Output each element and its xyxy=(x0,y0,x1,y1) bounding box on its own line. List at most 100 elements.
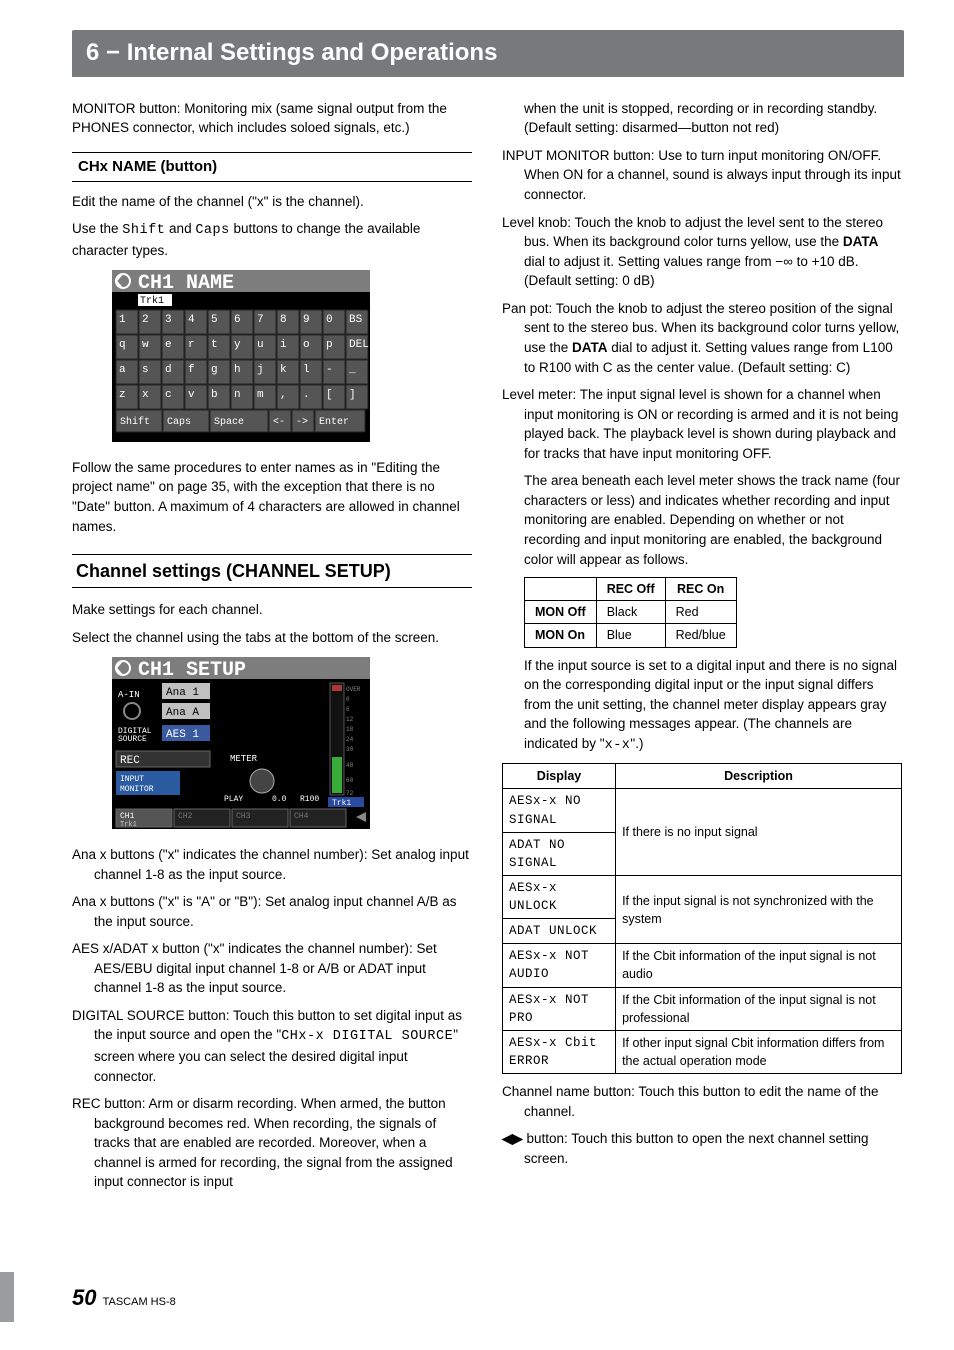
svg-text:r: r xyxy=(188,339,195,351)
svg-text:2: 2 xyxy=(142,314,149,326)
svg-text:y: y xyxy=(234,339,241,351)
disp-h-desc: Description xyxy=(616,764,902,789)
para-edit-name: Edit the name of the channel ("x" is the… xyxy=(72,192,472,212)
svg-text:Enter: Enter xyxy=(319,417,349,428)
disp-r3-desc: If the Cbit information of the input sig… xyxy=(616,944,902,987)
content-columns: MONITOR button: Monitoring mix (same sig… xyxy=(72,99,904,1200)
lcd-play: PLAY xyxy=(224,795,243,804)
svg-text:b: b xyxy=(211,389,218,401)
svg-text:12: 12 xyxy=(346,716,354,723)
para-next-channel-btn: ◀▶ button: Touch this button to open the… xyxy=(502,1129,902,1168)
ch1-setup-screenshot: CH1 SETUP A-IN Ana 1 Ana A DIGITAL SOURC… xyxy=(112,657,472,835)
lcd-pan: 0.0 xyxy=(272,795,287,804)
para-level-knob: Level knob: Touch the knob to adjust the… xyxy=(502,213,902,291)
para-level-meter: Level meter: The input signal level is s… xyxy=(502,385,902,463)
para-pan-pot: Pan pot: Touch the knob to adjust the st… xyxy=(502,299,902,377)
code-chx-dig: CHx-x DIGITAL SOURCE xyxy=(281,1029,453,1044)
svg-text:Caps: Caps xyxy=(167,417,191,428)
para-monitor-button: MONITOR button: Monitoring mix (same sig… xyxy=(72,99,472,138)
text: Level knob: Touch the knob to adjust the… xyxy=(502,215,883,250)
lcd-anaA: Ana A xyxy=(166,707,199,719)
disp-r5a: AESx-x Cbit ERROR xyxy=(503,1030,616,1073)
disp-r1b: ADAT NO SIGNAL xyxy=(503,832,616,875)
monrec-redblue: Red/blue xyxy=(665,624,736,647)
svg-text:0: 0 xyxy=(346,696,350,703)
svg-text:-: - xyxy=(326,364,333,376)
svg-text:d: d xyxy=(165,364,172,376)
lcd-inpmon1: INPUT xyxy=(120,775,144,784)
right-column: when the unit is stopped, recording or i… xyxy=(502,99,902,1200)
svg-text:<-: <- xyxy=(273,417,285,428)
para-area-beneath: The area beneath each level meter shows … xyxy=(502,471,902,569)
monrec-blank xyxy=(525,578,597,601)
svg-text:u: u xyxy=(257,339,264,351)
disp-r2a: AESx-x UNLOCK xyxy=(503,875,616,918)
section-chx-name: CHx NAME (button) xyxy=(72,152,472,182)
monrec-red: Red xyxy=(665,601,736,624)
svg-text:OVER: OVER xyxy=(346,686,361,693)
monrec-monon: MON On xyxy=(525,624,597,647)
text: dial to adjust it. Setting values range … xyxy=(524,254,859,289)
text: button: Touch this button to open the ne… xyxy=(523,1131,869,1166)
bold-data: DATA xyxy=(572,340,608,355)
code-caps: Caps xyxy=(195,223,229,238)
svg-text:j: j xyxy=(257,364,264,376)
svg-text:i: i xyxy=(280,339,287,351)
disp-r1-desc: If there is no input signal xyxy=(616,789,902,876)
svg-text:9: 9 xyxy=(303,314,310,326)
section-channel-setup: Channel settings (CHANNEL SETUP) xyxy=(72,554,472,588)
svg-text:24: 24 xyxy=(346,736,354,743)
lcd-digsrc-label2: SOURCE xyxy=(118,735,147,744)
text: If the input source is set to a digital … xyxy=(524,658,897,751)
para-rec-continued: when the unit is stopped, recording or i… xyxy=(502,99,902,138)
lcd-setup-title: CH1 SETUP xyxy=(138,659,246,682)
disp-r3a: AESx-x NOT AUDIO xyxy=(503,944,616,987)
page-number: 50 xyxy=(72,1285,96,1310)
svg-text:60: 60 xyxy=(346,777,354,784)
svg-text:3: 3 xyxy=(165,314,172,326)
para-ana-x-ab: Ana x buttons ("x" is "A" or "B"): Set a… xyxy=(72,892,472,931)
monrec-black: Black xyxy=(596,601,665,624)
svg-text:h: h xyxy=(234,364,241,376)
svg-text:c: c xyxy=(165,389,172,401)
page-footer: 50 TASCAM HS-8 xyxy=(72,1282,176,1314)
svg-text:8: 8 xyxy=(280,314,287,326)
svg-text:f: f xyxy=(188,364,195,376)
svg-text:_: _ xyxy=(348,364,356,376)
code-xx: x-x xyxy=(605,738,631,753)
svg-text:Shift: Shift xyxy=(120,416,150,428)
lcd-meter: METER xyxy=(230,754,258,764)
svg-text:l: l xyxy=(303,364,310,376)
svg-text:Trk1: Trk1 xyxy=(120,821,137,829)
svg-text:o: o xyxy=(303,339,310,351)
disp-r5-desc: If other input signal Cbit information d… xyxy=(616,1030,902,1073)
disp-r4-desc: If the Cbit information of the input sig… xyxy=(616,987,902,1030)
lcd-title: CH1 NAME xyxy=(138,272,234,295)
text: Use the xyxy=(72,221,122,236)
disp-h-display: Display xyxy=(503,764,616,789)
bold-data: DATA xyxy=(843,234,879,249)
svg-text:6: 6 xyxy=(234,314,241,326)
lcd-aes1: AES 1 xyxy=(166,729,199,741)
para-input-monitor: INPUT MONITOR button: Use to turn input … xyxy=(502,146,902,205)
svg-text:q: q xyxy=(119,339,126,351)
svg-text:CH3: CH3 xyxy=(236,812,251,821)
disp-r4a: AESx-x NOT PRO xyxy=(503,987,616,1030)
svg-text:7: 7 xyxy=(257,314,264,326)
svg-text:5: 5 xyxy=(211,314,218,326)
lcd-ana1: Ana 1 xyxy=(166,687,199,699)
footer-model: TASCAM HS-8 xyxy=(103,1296,176,1308)
svg-text:]: ] xyxy=(349,389,356,401)
monrec-h-recon: REC On xyxy=(665,578,736,601)
svg-text:.: . xyxy=(303,389,310,401)
svg-text:,: , xyxy=(280,389,287,401)
svg-text:a: a xyxy=(119,364,126,376)
left-column: MONITOR button: Monitoring mix (same sig… xyxy=(72,99,472,1200)
svg-text:BS: BS xyxy=(349,314,363,326)
monrec-blue: Blue xyxy=(596,624,665,647)
lcd-trackname: Trk1 xyxy=(140,295,164,307)
svg-text:Space: Space xyxy=(214,417,244,428)
text: ".) xyxy=(630,736,643,751)
monrec-monoff: MON Off xyxy=(525,601,597,624)
lcd-inpmon2: MONITOR xyxy=(120,785,154,794)
